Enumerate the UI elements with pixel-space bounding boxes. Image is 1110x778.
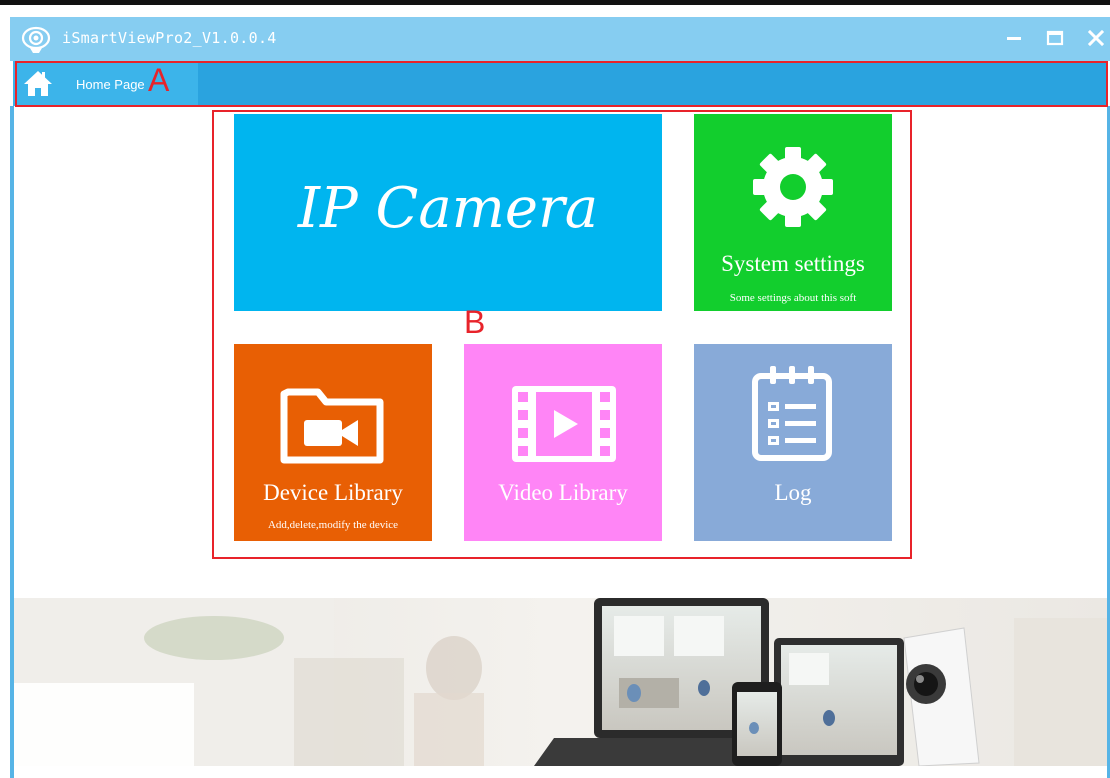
maximize-icon[interactable] [1042,25,1068,51]
close-icon[interactable] [1083,25,1109,51]
app-title: iSmartViewPro2_V1.0.0.4 [62,29,277,47]
annotation-box-a [15,61,1108,107]
annotation-label-a: A [148,62,170,98]
title-bar[interactable]: iSmartViewPro2_V1.0.0.4 [10,17,1110,61]
minimize-icon[interactable] [1001,25,1027,51]
bottom-status-strip [14,766,1107,778]
annotation-box-b [212,110,912,559]
camera-logo-icon [21,26,51,53]
promo-banner [14,598,1107,766]
banner-devices-illustration [14,598,1107,766]
annotation-label-b: B [464,304,486,340]
top-border [0,0,1110,5]
